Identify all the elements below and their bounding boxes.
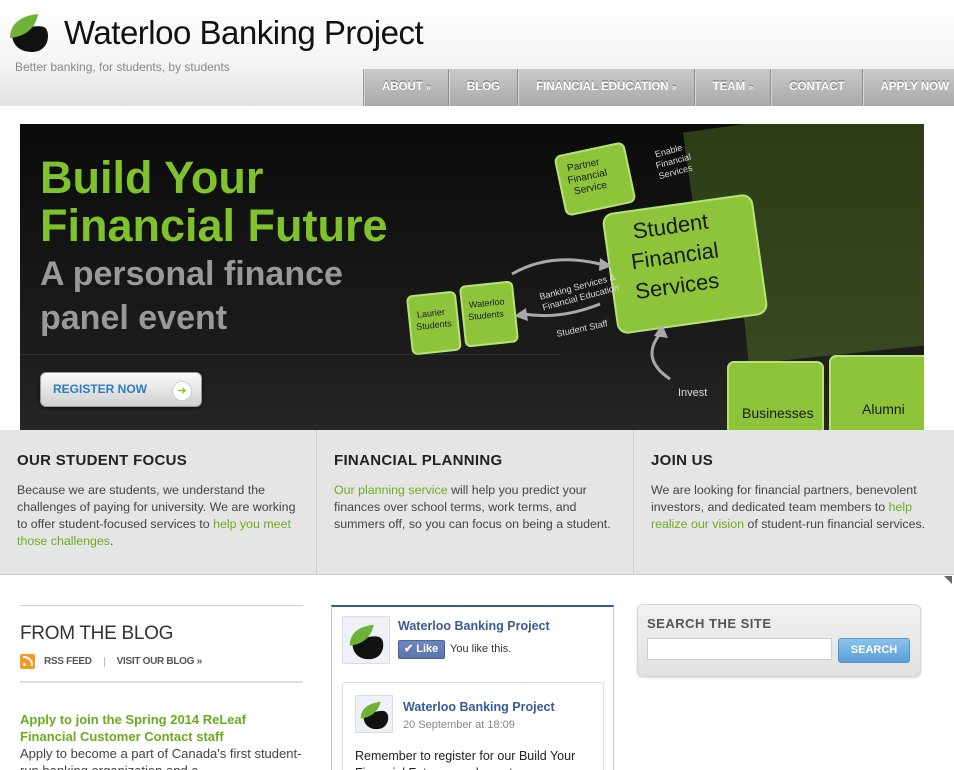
- main-nav: ABOUT» BLOG FINANCIAL EDUCATION» TEAM» C…: [363, 69, 954, 106]
- feature-join-us: JOIN US We are looking for financial par…: [633, 430, 954, 575]
- nav-contact[interactable]: CONTACT: [771, 69, 863, 106]
- features-strip: OUR STUDENT FOCUS Because we are student…: [0, 430, 954, 575]
- facebook-post-author[interactable]: Waterloo Banking Project: [403, 700, 555, 714]
- post-avatar-logo-icon[interactable]: [355, 695, 393, 733]
- feature-link-planning-service[interactable]: Our planning service: [334, 483, 448, 497]
- nav-financial-education-arrow-icon: »: [671, 82, 677, 92]
- facebook-post: Waterloo Banking Project 20 September at…: [342, 682, 604, 770]
- blog-post-title[interactable]: Apply to join the Spring 2014 ReLeaf Fin…: [20, 711, 303, 745]
- thumbs-up-icon: ✔: [404, 643, 417, 655]
- feature-text: We are looking for financial partners, b…: [651, 483, 926, 531]
- search-input[interactable]: [647, 638, 832, 660]
- blog-links: RSS FEED VISIT OUR BLOG »: [20, 654, 303, 669]
- svg-text:Businesses: Businesses: [742, 405, 814, 421]
- blog-divider: [20, 605, 303, 606]
- facebook-widget: Waterloo Banking Project ✔ Like You like…: [331, 605, 614, 770]
- search-title: SEARCH THE SITE: [647, 616, 772, 631]
- blog-section: FROM THE BLOG RSS FEED VISIT OUR BLOG » …: [20, 605, 303, 770]
- page-avatar-logo-icon[interactable]: [342, 616, 390, 664]
- feature-title: FINANCIAL PLANNING: [334, 452, 503, 469]
- visit-blog-link[interactable]: VISIT OUR BLOG »: [117, 656, 203, 667]
- blog-post-excerpt: Apply to become a part of Canada's first…: [20, 746, 302, 770]
- corner-fold-icon: [944, 576, 952, 584]
- hero-headline: Build Your Financial Future: [40, 152, 388, 251]
- leaf-logo-icon[interactable]: [8, 12, 52, 54]
- search-box: SEARCH THE SITE SEARCH: [637, 604, 921, 677]
- svg-text:Alumni: Alumni: [862, 401, 905, 417]
- facebook-like-status: You like this.: [450, 643, 512, 655]
- nav-blog[interactable]: BLOG: [448, 69, 519, 106]
- register-now-button[interactable]: REGISTER NOW ➜: [40, 372, 202, 407]
- nav-about-arrow-icon: »: [425, 82, 431, 92]
- site-header: Waterloo Banking Project Better banking,…: [0, 0, 954, 106]
- hero-banner[interactable]: Build Your Financial Future A personal f…: [20, 124, 924, 430]
- nav-apply-now[interactable]: APPLY NOW: [862, 69, 954, 106]
- rss-icon[interactable]: [20, 654, 35, 669]
- svg-text:Invest: Invest: [678, 387, 707, 399]
- rss-feed-link[interactable]: RSS FEED: [44, 656, 92, 667]
- site-title[interactable]: Waterloo Banking Project: [64, 14, 424, 52]
- feature-title: JOIN US: [651, 452, 714, 469]
- search-button[interactable]: SEARCH: [838, 638, 910, 663]
- feature-student-focus: OUR STUDENT FOCUS Because we are student…: [0, 430, 316, 575]
- feature-title: OUR STUDENT FOCUS: [17, 452, 188, 469]
- nav-team[interactable]: TEAM»: [694, 69, 772, 106]
- blog-divider: [20, 681, 303, 683]
- facebook-post-text: Remember to register for our Build Your …: [355, 749, 576, 770]
- arrow-right-icon: ➜: [172, 381, 192, 401]
- hero-subheadline: A personal finance panel event: [40, 255, 343, 337]
- blog-link-divider: [103, 656, 105, 667]
- blog-title: FROM THE BLOG: [20, 623, 174, 644]
- nav-about[interactable]: ABOUT»: [364, 69, 449, 106]
- feature-text: Because we are students, we understand t…: [17, 483, 296, 548]
- nav-team-arrow-icon: »: [748, 82, 754, 92]
- facebook-post-date[interactable]: 20 September at 18:09: [403, 719, 515, 731]
- nav-financial-education[interactable]: FINANCIAL EDUCATION»: [518, 69, 695, 106]
- services-diagram-graphic: PartnerFinancialService StudentFinancial…: [406, 124, 924, 430]
- svg-text:Student Staff: Student Staff: [555, 318, 608, 339]
- facebook-page-name[interactable]: Waterloo Banking Project: [398, 619, 550, 633]
- site-tagline: Better banking, for students, by student…: [15, 60, 230, 74]
- facebook-like-button[interactable]: ✔ Like: [398, 640, 446, 659]
- feature-financial-planning: FINANCIAL PLANNING Our planning service …: [316, 430, 633, 575]
- feature-text: Our planning service will help you predi…: [334, 483, 611, 531]
- svg-text:Banking Services &Financial Ed: Banking Services &Financial Education: [538, 272, 619, 313]
